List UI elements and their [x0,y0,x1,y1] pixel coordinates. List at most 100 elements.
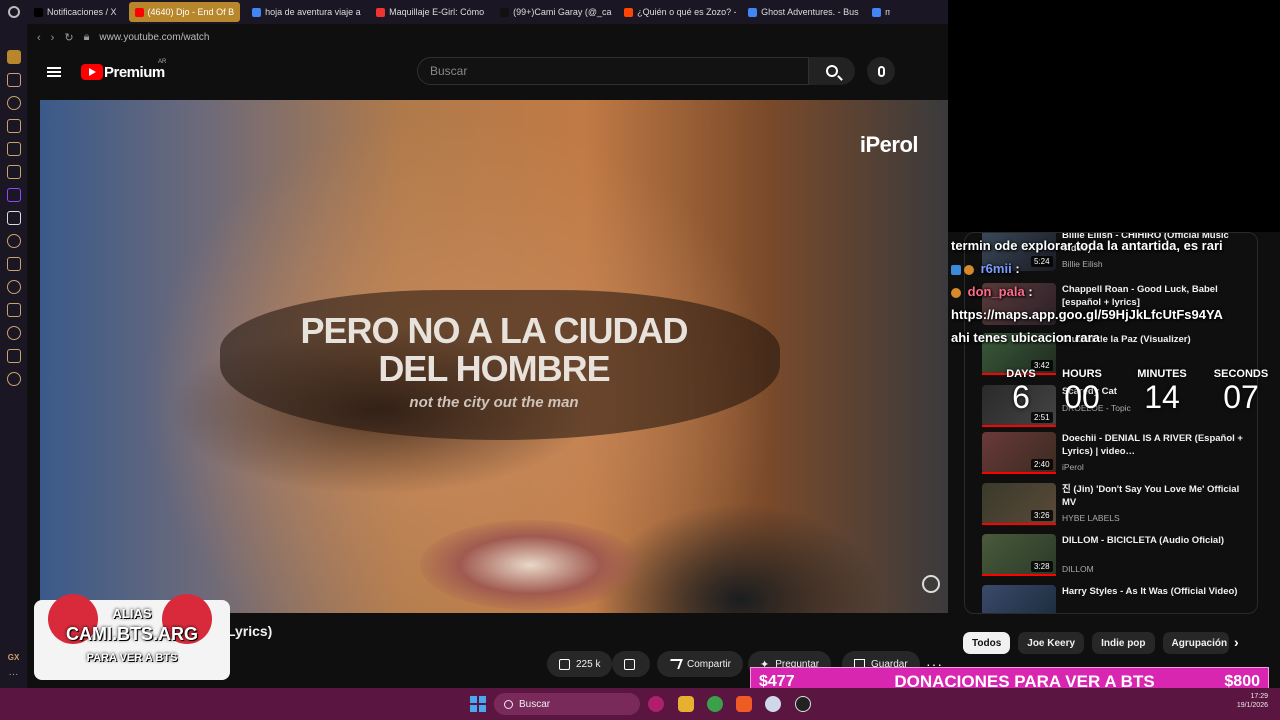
countdown-hours: HOURS 00 [1047,368,1117,414]
chrome-icon[interactable] [707,696,723,712]
tab-label: (4640) Djo - End Of B [147,7,235,17]
watch-progress-bar [982,425,1056,427]
like-button[interactable]: 225 k [547,651,613,677]
stream-chat-overlay: termin ode explorar toda la antartida, e… [951,234,1271,349]
twitch-icon[interactable] [6,188,21,202]
badge-icon [951,287,961,298]
countdown-minutes-value: 14 [1144,379,1180,415]
opera-gx-logo-icon[interactable] [0,0,28,24]
tab-favicon-icon [624,7,634,17]
more-icon[interactable]: ··· [9,669,19,680]
chip-todos[interactable]: Todos [963,632,1011,654]
speed-icon[interactable] [6,96,21,110]
badge-icon [951,264,961,275]
chat-message: don_pala : [951,280,1271,303]
youtube-brand[interactable]: Premium [104,64,165,81]
tab-favicon-icon [376,7,386,17]
share-label: Compartir [687,658,731,670]
search-icon [826,65,838,77]
opera-gx-taskbar-icon[interactable] [648,696,664,712]
settings-icon[interactable] [6,372,21,386]
music-icon[interactable] [6,165,21,179]
browser-tab[interactable]: (4640) Djo - End Of B [128,2,241,22]
share-button[interactable]: Compartir [657,651,743,677]
alias-overlay: ALIAS CAMI.BTS.ARG PARA VER A BTS [34,592,230,692]
search-button[interactable] [809,57,855,85]
windows-taskbar: Buscar [0,688,1280,720]
back-icon[interactable]: ‹ [37,32,41,44]
list-item[interactable]: 3:26 진 (Jin) 'Don't Say You Love Me' Off… [982,483,1252,529]
mods-icon[interactable] [6,303,21,317]
badge-icon [964,264,974,275]
browser-tab[interactable]: Notificaciones / X [28,2,123,22]
pinboard-icon[interactable] [6,349,21,363]
gx-label[interactable]: GX [8,653,20,662]
countdown-days-value: 6 [1012,379,1030,415]
clock-date: 19/1/2026 [1236,702,1268,709]
tab-favicon-icon [748,7,758,17]
x-icon[interactable] [6,211,21,225]
tab-favicon-icon [34,7,43,17]
video-player[interactable]: iPerol PERO NO A LA CIUDAD DEL HOMBRE no… [40,100,948,613]
overlay-black-area [948,0,1280,232]
player-settings-icon[interactable] [922,575,940,593]
video-frame-mouth [420,520,640,610]
tab-favicon-icon [134,7,144,17]
tab-favicon-icon [500,7,510,17]
browser-tab[interactable]: Ghost Adventures. - Bus [742,2,860,22]
watch-progress-bar [982,472,1056,474]
recommendation-title: 진 (Jin) 'Don't Say You Love Me' Official… [1062,484,1240,508]
menu-icon[interactable] [47,67,61,77]
obs-icon[interactable] [795,696,811,712]
search-input[interactable] [430,64,808,78]
file-explorer-icon[interactable] [678,696,694,712]
brave-icon[interactable] [736,696,752,712]
chip-joe-keery[interactable]: Joe Keery [1018,632,1085,654]
voice-search-button[interactable] [867,57,895,85]
browser-tab-strip: Notificaciones / X (4640) Djo - End Of B h… [0,0,948,24]
list-item[interactable]: 2:40 Doechii - DENIAL IS A RIVER (Españo… [982,432,1252,478]
tab-label: Ghost Adventures. - Bus [761,7,859,17]
countdown-seconds-value: 07 [1223,379,1259,415]
news-icon[interactable] [6,142,21,156]
dislike-button[interactable] [612,651,650,677]
recommendation-title: Doechii - DENIAL IS A RIVER (Español + L… [1062,433,1243,457]
forward-icon[interactable]: › [51,32,55,44]
screen: Notificaciones / X (4640) Djo - End Of B h… [0,0,1280,720]
chip-agrupacion[interactable]: Agrupación m [1162,632,1229,654]
taskbar-search[interactable]: Buscar [494,693,640,715]
list-item[interactable]: Harry Styles - As It Was (Official Video… [982,585,1252,613]
history-icon[interactable] [6,326,21,340]
app-icon[interactable] [765,696,781,712]
reload-icon[interactable]: ↻ [64,31,73,44]
chevron-right-icon[interactable]: › [1234,634,1239,650]
browser-tab[interactable]: (99+)Cami Garay (@_ca [494,2,612,22]
recommendation-channel: iPerol [1062,462,1084,472]
chat-message: termin ode explorar toda la antartida, e… [951,238,1223,253]
heart-icon[interactable] [6,280,21,294]
alias-subtitle: PARA VER A BTS [86,652,178,664]
youtube-logo-icon[interactable] [81,64,103,80]
duration-badge: 3:26 [1031,510,1053,521]
taskbar-search-label: Buscar [519,698,551,710]
alias-value: CAMI.BTS.ARG [66,624,198,644]
browser-tab[interactable]: m [866,2,890,22]
lyric-translation: not the city out the man [409,394,579,411]
cleaner-icon[interactable] [6,119,21,133]
watch-progress-bar [982,574,1056,576]
extensions-icon[interactable] [6,257,21,271]
windows-start-icon[interactable] [470,696,486,712]
player-icon[interactable] [6,234,21,248]
clock[interactable]: 17:29 19/1/2026 [1228,692,1268,710]
browser-tab[interactable]: hoja de aventura viaje a [246,2,364,22]
gamepad-icon[interactable] [6,73,21,87]
home-icon[interactable] [6,50,21,64]
url-field[interactable]: www.youtube.com/watch [99,32,209,43]
browser-tab[interactable]: ¿Quién o qué es Zozo? - [618,2,736,22]
chip-indie-pop[interactable]: Indie pop [1092,632,1155,654]
list-item[interactable]: 3:28 DILLOM - BICICLETA (Audio Oficial) … [982,534,1252,580]
countdown-seconds: SECONDS 07 [1206,368,1276,414]
recommendation-title: DILLOM - BICICLETA (Audio Oficial) [1062,535,1225,546]
video-thumbnail [982,585,1056,613]
browser-tab[interactable]: Maquillaje E-Girl: Cómo [370,2,488,22]
